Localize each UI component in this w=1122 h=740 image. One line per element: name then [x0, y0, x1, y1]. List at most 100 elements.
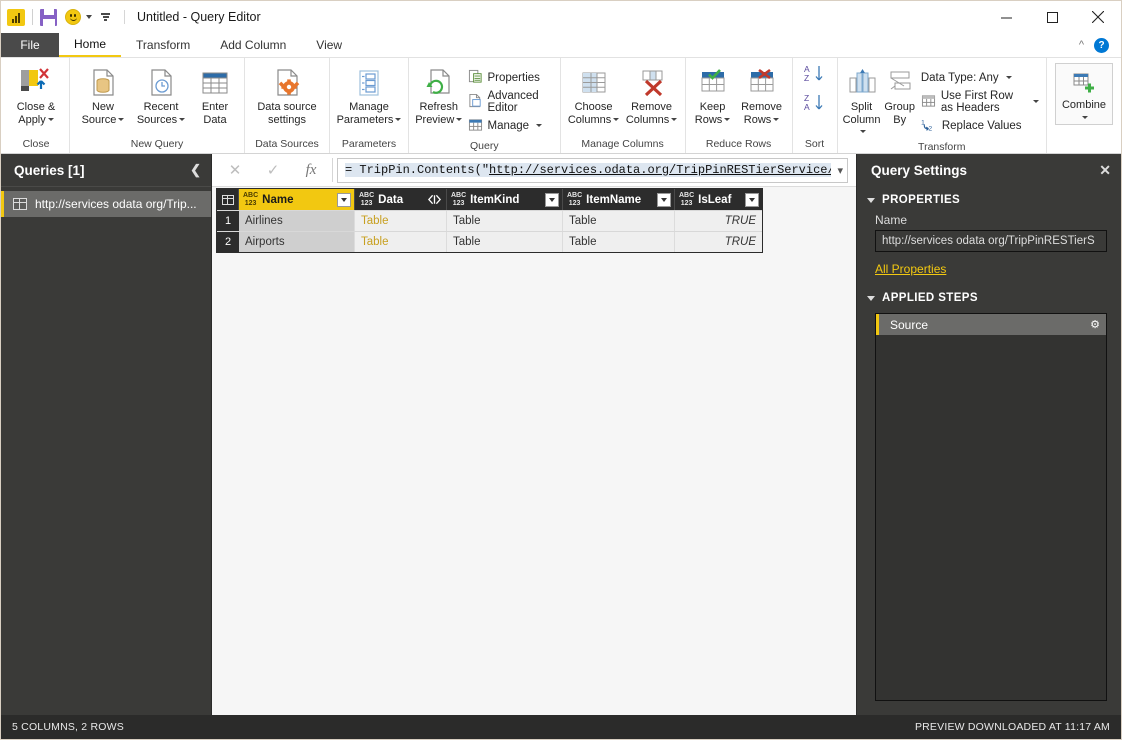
- advanced-editor-button[interactable]: Advanced Editor: [465, 90, 556, 114]
- chevron-down-icon[interactable]: ▾: [831, 164, 843, 177]
- close-icon[interactable]: [1075, 1, 1121, 33]
- filter-dropdown-icon[interactable]: [337, 192, 351, 207]
- use-first-row-as-headers-button[interactable]: Use First Row as Headers: [918, 90, 1042, 114]
- combine-button[interactable]: Combine: [1055, 63, 1113, 125]
- save-icon[interactable]: [40, 8, 57, 26]
- chevron-down-icon[interactable]: [613, 117, 620, 121]
- manage-parameters-button[interactable]: Manage Parameters: [334, 64, 404, 126]
- grid-column-header-itemkind[interactable]: ABC 123 ItemKind: [447, 189, 563, 210]
- filter-dropdown-icon[interactable]: [745, 192, 759, 207]
- chevron-down-icon[interactable]: [1033, 100, 1039, 103]
- smiley-dropdown-icon[interactable]: [86, 15, 92, 19]
- applied-step-source[interactable]: Source ⚙: [876, 314, 1106, 335]
- recent-sources-button[interactable]: Recent Sources: [132, 64, 190, 126]
- split-column-button[interactable]: Split Column: [842, 64, 882, 139]
- divider: [332, 158, 333, 182]
- cell-itemname[interactable]: Table: [563, 232, 675, 252]
- name-field[interactable]: http://services odata org/TripPinRESTier…: [875, 230, 1107, 252]
- applied-steps-section-label: APPLIED STEPS: [882, 292, 978, 304]
- editor-body: Queries [1] ❮ http://services odata org/…: [1, 154, 1121, 715]
- tab-file[interactable]: File: [1, 33, 59, 57]
- chevron-down-icon[interactable]: [179, 117, 186, 121]
- replace-values-button[interactable]: 1 2 Replace Values: [918, 114, 1042, 138]
- chevron-down-icon[interactable]: [536, 124, 543, 127]
- chevron-down-icon[interactable]: [47, 117, 54, 121]
- smiley-icon[interactable]: [65, 9, 81, 25]
- chevron-down-icon[interactable]: [859, 130, 866, 134]
- tab-home[interactable]: Home: [59, 33, 122, 57]
- keep-rows-button[interactable]: Keep Rows: [690, 64, 736, 126]
- tab-add-column[interactable]: Add Column: [205, 33, 301, 57]
- quick-access-more-icon[interactable]: [101, 13, 110, 21]
- manage-parameters-label-1: Manage: [349, 101, 389, 113]
- combine-icon: [1071, 67, 1097, 99]
- properties-label: Properties: [487, 72, 540, 84]
- applied-steps-section-header[interactable]: APPLIED STEPS: [857, 276, 1121, 307]
- chevron-down-icon[interactable]: [773, 117, 780, 121]
- maximize-icon[interactable]: [1029, 1, 1075, 33]
- cell-isleaf[interactable]: TRUE: [675, 232, 762, 252]
- cell-data[interactable]: Table: [355, 232, 447, 252]
- query-list-item[interactable]: http://services odata org/Trip...: [1, 191, 211, 217]
- choose-columns-button[interactable]: Choose Columns: [565, 64, 623, 126]
- chevron-down-icon[interactable]: [456, 117, 463, 121]
- data-type-button[interactable]: Data Type: Any: [918, 66, 1042, 90]
- cancel-icon[interactable]: ✕: [216, 157, 254, 183]
- query-list-item-label: http://services odata org/Trip...: [35, 197, 197, 211]
- enter-data-button[interactable]: Enter Data: [190, 64, 240, 126]
- svg-text:A: A: [804, 102, 810, 112]
- formula-input[interactable]: = TripPin.Contents("http://services.odat…: [337, 157, 848, 183]
- cell-name[interactable]: Airlines: [239, 211, 355, 231]
- select-all-icon[interactable]: [217, 189, 239, 210]
- table-row[interactable]: 1 Airlines Table Table Table TRUE: [217, 210, 762, 231]
- minimize-icon[interactable]: [983, 1, 1029, 33]
- gear-icon[interactable]: ⚙: [1090, 318, 1100, 331]
- all-properties-link[interactable]: All Properties: [857, 252, 1121, 276]
- grid-column-header-isleaf[interactable]: ABC 123 IsLeaf: [675, 189, 762, 210]
- refresh-preview-button[interactable]: Refresh Preview: [413, 64, 465, 126]
- grid-column-header-itemname[interactable]: ABC 123 ItemName: [563, 189, 675, 210]
- properties-section-header[interactable]: PROPERTIES: [857, 187, 1121, 209]
- table-row[interactable]: 2 Airports Table Table Table TRUE: [217, 231, 762, 252]
- group-by-button[interactable]: Group By: [881, 64, 917, 126]
- new-source-button[interactable]: New Source: [74, 64, 132, 126]
- cell-itemkind[interactable]: Table: [447, 232, 563, 252]
- chevron-down-icon[interactable]: [395, 117, 402, 121]
- chevron-down-icon[interactable]: [1005, 76, 1012, 79]
- tab-view[interactable]: View: [301, 33, 357, 57]
- manage-button[interactable]: Manage: [465, 114, 556, 138]
- grid-column-header-name[interactable]: ABC 123 Name: [239, 189, 355, 210]
- fx-icon[interactable]: fx: [292, 157, 330, 183]
- chevron-down-icon[interactable]: [724, 117, 731, 121]
- filter-dropdown-icon[interactable]: [657, 192, 671, 207]
- close-and-apply-button[interactable]: Close & Apply: [7, 64, 65, 126]
- chevron-down-icon[interactable]: [1082, 115, 1088, 119]
- queries-header: Queries [1] ❮: [1, 154, 211, 187]
- cell-name[interactable]: Airports: [239, 232, 355, 252]
- preview-area: ✕ ✓ fx = TripPin.Contents("http://servic…: [212, 154, 856, 715]
- sort-ascending-icon[interactable]: A Z: [804, 64, 826, 89]
- cell-data[interactable]: Table: [355, 211, 447, 231]
- remove-rows-button[interactable]: Remove Rows: [736, 64, 788, 126]
- properties-button[interactable]: Properties: [465, 66, 556, 90]
- grid-column-header-data[interactable]: ABC 123 Data: [355, 189, 447, 210]
- formula-bar: ✕ ✓ fx = TripPin.Contents("http://servic…: [212, 154, 856, 187]
- chevron-down-icon[interactable]: [671, 117, 678, 121]
- expand-columns-icon[interactable]: [427, 193, 442, 207]
- cell-itemname[interactable]: Table: [563, 211, 675, 231]
- filter-dropdown-icon[interactable]: [545, 192, 559, 207]
- cell-isleaf[interactable]: TRUE: [675, 211, 762, 231]
- close-icon[interactable]: ✕: [1099, 162, 1111, 179]
- help-icon[interactable]: ?: [1094, 37, 1109, 53]
- chevron-left-icon[interactable]: ❮: [190, 162, 201, 178]
- divider: [32, 9, 33, 25]
- checkmark-icon[interactable]: ✓: [254, 157, 292, 183]
- cell-itemkind[interactable]: Table: [447, 211, 563, 231]
- tab-transform[interactable]: Transform: [121, 33, 205, 57]
- data-source-settings-button[interactable]: Data source settings: [249, 64, 325, 126]
- chevron-up-icon[interactable]: ^: [1079, 39, 1084, 51]
- remove-columns-button[interactable]: Remove Columns: [623, 64, 681, 126]
- replace-values-icon: 1 2: [921, 118, 937, 135]
- sort-descending-icon[interactable]: Z A: [804, 93, 826, 118]
- chevron-down-icon[interactable]: [118, 117, 125, 121]
